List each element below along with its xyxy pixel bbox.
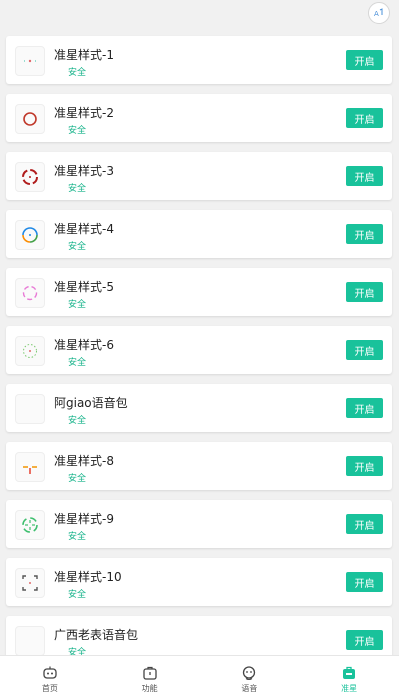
crosshair-style-2-icon <box>15 104 45 134</box>
list-item: 准星样式-3 安全 开启 <box>6 152 392 200</box>
status-badge: 安全 <box>68 126 87 136</box>
status-badge: 安全 <box>68 532 87 542</box>
list-item: 准星样式-1 安全 开启 <box>6 36 392 84</box>
svg-text:A: A <box>374 10 379 18</box>
item-title: 阿giao语音包 <box>54 396 128 410</box>
voice-pack-icon <box>15 394 45 424</box>
list-item: 阿giao语音包 安全 开启 <box>6 384 392 432</box>
bottom-nav: 首页 功能 语音 准星 <box>0 655 399 700</box>
robot-icon <box>43 666 57 679</box>
list-item: 准星样式-10 安全 开启 <box>6 558 392 606</box>
status-badge: 安全 <box>68 184 87 194</box>
nav-voice[interactable]: 语音 <box>200 656 300 700</box>
voice-pack-icon <box>15 626 45 656</box>
open-button[interactable]: 开启 <box>346 630 383 650</box>
open-button[interactable]: 开启 <box>346 456 383 476</box>
item-title: 准星样式-3 <box>54 164 114 178</box>
list-item: 准星样式-6 安全 开启 <box>6 326 392 374</box>
status-badge: 安全 <box>68 358 87 368</box>
item-title: 准星样式-5 <box>54 280 114 294</box>
item-title: 准星样式-1 <box>54 48 114 62</box>
open-button[interactable]: 开启 <box>346 108 383 128</box>
toolbox-icon <box>142 666 157 680</box>
status-badge: 安全 <box>68 590 87 600</box>
open-button[interactable]: 开启 <box>346 166 383 186</box>
status-badge: 安全 <box>68 474 87 484</box>
item-title: 准星样式-2 <box>54 106 114 120</box>
crosshair-style-4-icon <box>15 220 45 250</box>
open-button[interactable]: 开启 <box>346 340 383 360</box>
open-button[interactable]: 开启 <box>346 224 383 244</box>
status-badge: 安全 <box>68 300 87 310</box>
item-title: 准星样式-10 <box>54 570 122 584</box>
crosshair-bag-icon <box>343 666 356 679</box>
nav-label: 准星 <box>341 683 358 693</box>
list-item: 准星样式-8 安全 开启 <box>6 442 392 490</box>
item-title: 准星样式-4 <box>54 222 114 236</box>
open-button[interactable]: 开启 <box>346 50 383 70</box>
list-item: 准星样式-9 安全 开启 <box>6 500 392 548</box>
status-badge: 安全 <box>68 68 87 78</box>
crosshair-style-8-icon <box>15 452 45 482</box>
item-title: 准星样式-9 <box>54 512 114 526</box>
crosshair-style-10-icon <box>15 568 45 598</box>
nav-home[interactable]: 首页 <box>0 656 100 700</box>
open-button[interactable]: 开启 <box>346 282 383 302</box>
nav-label: 首页 <box>41 683 58 693</box>
nav-crosshair[interactable]: 准星 <box>299 656 399 700</box>
top-bar: A <box>0 0 399 30</box>
crosshair-style-6-icon <box>15 336 45 366</box>
status-badge: 安全 <box>68 242 87 252</box>
item-title: 准星样式-8 <box>54 454 114 468</box>
crosshair-style-1-icon <box>15 46 45 76</box>
status-badge: 安全 <box>68 416 87 426</box>
translate-icon[interactable]: A <box>368 2 390 24</box>
list-item: 准星样式-4 安全 开启 <box>6 210 392 258</box>
list-item: 准星样式-2 安全 开启 <box>6 94 392 142</box>
open-button[interactable]: 开启 <box>346 398 383 418</box>
item-list: 准星样式-1 安全 开启 准星样式-2 安全 开启 准星样式-3 安全 开启 准… <box>6 36 392 674</box>
face-icon <box>243 665 256 680</box>
nav-label: 功能 <box>141 683 158 693</box>
open-button[interactable]: 开启 <box>346 572 383 592</box>
crosshair-style-9-icon <box>15 510 45 540</box>
item-title: 准星样式-6 <box>54 338 114 352</box>
list-item: 准星样式-5 安全 开启 <box>6 268 392 316</box>
nav-label: 语音 <box>241 683 258 693</box>
crosshair-style-3-icon <box>15 162 45 192</box>
nav-features[interactable]: 功能 <box>100 656 200 700</box>
open-button[interactable]: 开启 <box>346 514 383 534</box>
crosshair-style-5-icon <box>15 278 45 308</box>
item-title: 广西老表语音包 <box>54 628 139 642</box>
